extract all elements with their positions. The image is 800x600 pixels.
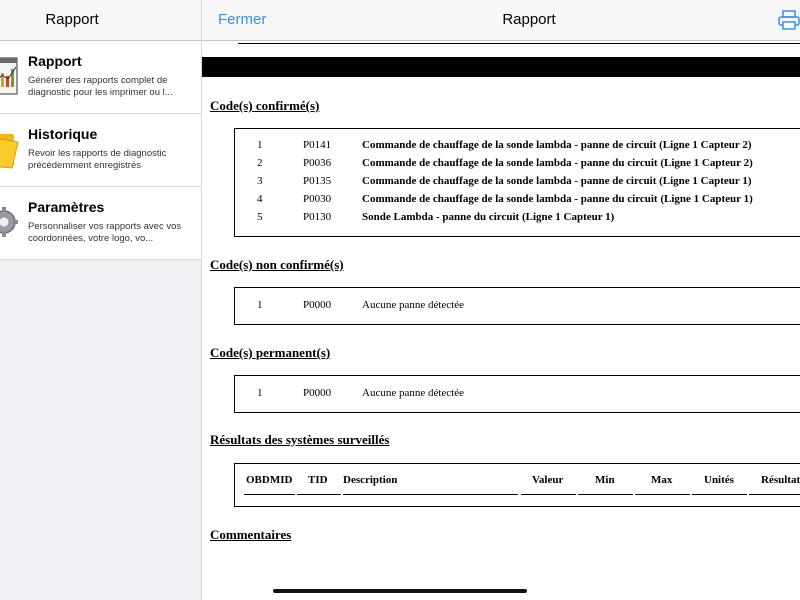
sidebar-item-title: Rapport [28,53,82,69]
printer-icon[interactable] [778,10,800,30]
section-title-unconfirmed: Code(s) non confirmé(s) [210,257,344,272]
permanent-codes-table: 1 P0000 Aucune panne détectée [234,375,800,413]
sidebar-item-rapport[interactable]: Rapport Générer des rapports complet de … [0,41,201,114]
dtc-code: P0036 [303,157,332,169]
sidebar-item-parametres[interactable]: Paramètres Personnaliser vos rapports av… [0,187,201,260]
row-number: 1 [257,299,263,311]
row-number: 3 [257,175,263,187]
page-title: Rapport [502,11,556,28]
row-number: 5 [257,211,263,223]
header-underline [244,494,295,495]
row-number: 4 [257,193,263,205]
navigation-bar: Fermer Rapport [202,0,800,41]
column-header-max: Max [651,474,673,486]
header-bar [202,57,800,77]
dtc-code: P0130 [303,211,332,223]
dtc-code: P0000 [303,299,332,311]
dtc-code: P0141 [303,139,332,151]
report-chart-icon [0,57,18,95]
section-title-comments: Commentaires [210,527,292,542]
column-header-tid: TID [308,474,328,486]
dtc-code: P0000 [303,387,332,399]
dtc-description: Commande de chauffage de la sonde lambda… [362,193,753,205]
header-underline [578,494,633,495]
column-header-description: Description [343,474,398,486]
column-header-obdmid: OBDMID [246,474,293,486]
unconfirmed-codes-table: 1 P0000 Aucune panne détectée [234,287,800,325]
column-header-min: Min [595,474,615,486]
divider [238,41,800,44]
sidebar-item-historique[interactable]: Historique Revoir les rapports de diagno… [0,114,201,187]
gear-icon [0,207,18,237]
sidebar-item-title: Historique [28,126,98,142]
header-underline [749,494,800,495]
header-underline [521,494,576,495]
dtc-code: P0135 [303,175,332,187]
dtc-description: Aucune panne détectée [362,387,464,399]
monitor-results-table: OBDMID TID Description Valeur Min Max Un… [234,463,800,507]
section-title-monitors: Résultats des systèmes surveillés [210,432,390,447]
header-underline [343,494,518,495]
row-number: 1 [257,387,263,399]
section-title-permanent: Code(s) permanent(s) [210,345,331,360]
sidebar-item-description: Personnaliser vos rapports avec vos coor… [28,221,182,244]
dtc-code: P0030 [303,193,332,205]
dtc-description: Aucune panne détectée [362,299,464,311]
dtc-description: Sonde Lambda - panne du circuit (Ligne 1… [362,211,615,223]
row-number: 2 [257,157,263,169]
sidebar: Rapport Rapport Générer des rapports com… [0,0,202,600]
folder-icon [0,134,19,169]
report-document[interactable]: Code(s) confirmé(s) 1 P0141 Commande de … [202,41,800,600]
column-header-resultat: Résultat [761,474,800,486]
dtc-description: Commande de chauffage de la sonde lambda… [362,139,752,151]
sidebar-item-description: Revoir les rapports de diagnostic précéd… [28,148,167,171]
row-number: 1 [257,139,263,151]
report-panel: Fermer Rapport Code(s) confirmé(s) 1 P01… [202,0,800,600]
sidebar-item-description: Générer des rapports complet de diagnost… [28,75,173,98]
column-header-valeur: Valeur [532,474,564,486]
header-underline [297,494,341,495]
home-indicator[interactable] [273,589,527,593]
column-header-unites: Unités [704,474,734,486]
section-title-confirmed: Code(s) confirmé(s) [210,98,320,113]
header-underline [692,494,747,495]
sidebar-list: Rapport Générer des rapports complet de … [0,41,201,260]
sidebar-title: Rapport [45,11,99,28]
sidebar-header: Rapport [0,0,201,41]
header-underline [635,494,690,495]
confirmed-codes-table: 1 P0141 Commande de chauffage de la sond… [234,128,800,237]
sidebar-item-title: Paramètres [28,199,105,215]
dtc-description: Commande de chauffage de la sonde lambda… [362,157,753,169]
dtc-description: Commande de chauffage de la sonde lambda… [362,175,752,187]
